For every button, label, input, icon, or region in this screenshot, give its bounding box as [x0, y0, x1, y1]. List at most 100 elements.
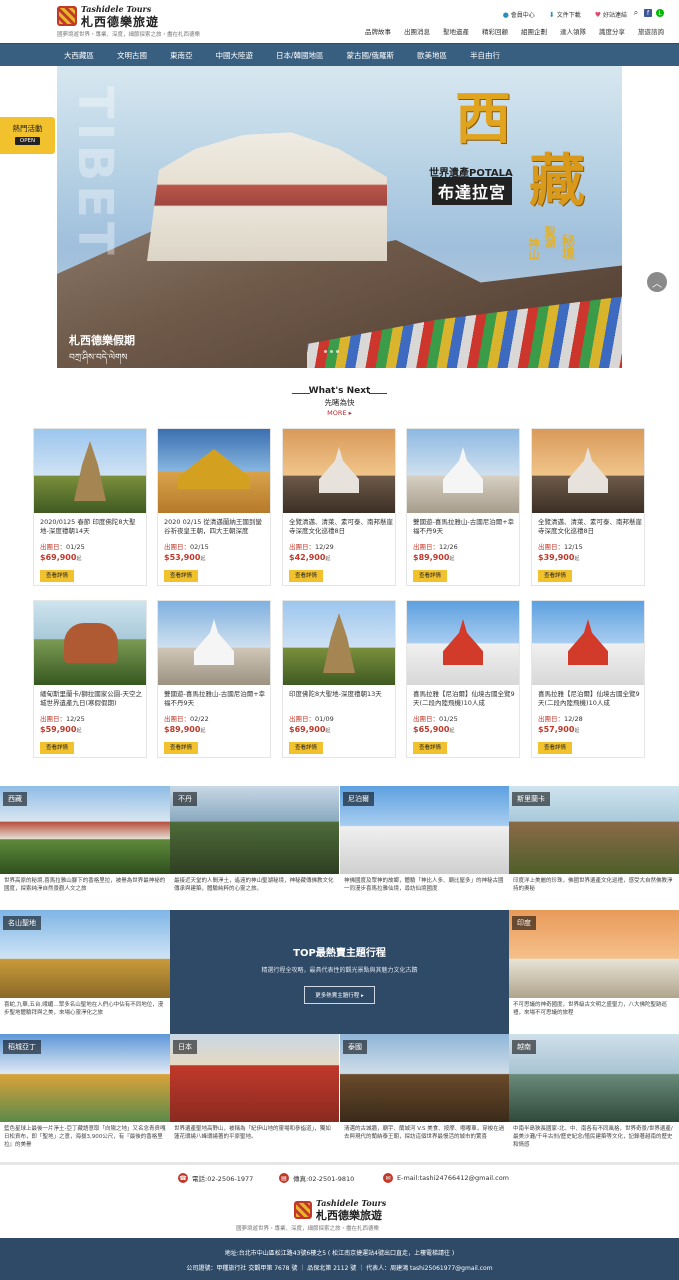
top-nav-item[interactable]: 達人領隊	[560, 26, 586, 36]
more-themes-button[interactable]: 更多熱賣主題行程 ▸	[304, 986, 375, 1004]
tour-card[interactable]: 印度佛陀8大聖地-深度禮朝13天 出團日：01/09 $69,900起 查看詳情	[282, 600, 396, 758]
main-nav-item[interactable]: 歐美地區	[417, 50, 447, 61]
region-tile[interactable]: 日本 世界遺產聖地高野山，被稱為「紀伊山地的靈場和參詣道」，獨如蓮花環繞八峰環繞…	[170, 1034, 339, 1158]
region-label[interactable]: 尼泊爾	[343, 792, 374, 806]
tour-card[interactable]: 全覽清邁、清萊、素可泰、南邦懸崖寺深度文化巡禮8日 出團日：12/29 $42,…	[282, 428, 396, 586]
search-icon[interactable]: ⌕	[632, 8, 640, 17]
tour-card-image[interactable]	[34, 601, 146, 685]
main-nav-item[interactable]: 大西藏區	[64, 50, 94, 61]
tour-title[interactable]: 全覽清邁、清萊、素可泰、南邦懸崖寺深度文化巡禮8日	[289, 518, 393, 538]
view-details-button[interactable]: 查看詳情	[289, 742, 323, 754]
facebook-icon[interactable]: f	[644, 9, 652, 17]
region-tile[interactable]: 尼泊爾 神佛國度及眾神的故鄉，體驗「神比人多、廟比屋多」的神秘古國一同漫步喜馬拉…	[340, 786, 509, 910]
download-link[interactable]: ⬇ 文件下載	[548, 10, 581, 20]
tour-title[interactable]: 喜馬拉雅【尼泊爾】仙境古國全覽9天(二段內陸飛機)10人成	[538, 690, 642, 710]
hero-banner[interactable]: TIBET 西 藏 世界遺產POTALA 布達拉宮 聖湖 秘境 神山 札西德樂假…	[57, 66, 622, 368]
tour-title[interactable]: 2020 02/15 從清邁蘭納王國到蠻谷祈夜皇王朝，四大王朝深度	[164, 518, 268, 538]
site-logo[interactable]: Tashidele Tours 札西德樂旅遊 國夢境遊世界・專業、深度，細節探索…	[57, 4, 247, 39]
region-label[interactable]: 泰國	[343, 1040, 367, 1054]
tour-title[interactable]: 雙國遊-喜馬拉雅山-古國尼泊爾+幸福不丹9天	[164, 690, 268, 710]
region-tile[interactable]: 斯里蘭卡 印度洋上美麗的珍珠，佛國世界遺產文化巡禮，感受大自然佛教淨持的奧秘	[509, 786, 679, 910]
tour-card[interactable]: 雙國遊-喜馬拉雅山-古國尼泊爾+幸福不丹9天 出團日：12/26 $89,900…	[406, 428, 520, 586]
links-link[interactable]: ♥ 好站連結	[595, 10, 627, 20]
tour-card[interactable]: 2020 02/15 從清邁蘭納王國到蠻谷祈夜皇王朝，四大王朝深度 出團日：02…	[157, 428, 271, 586]
region-label[interactable]: 不丹	[173, 792, 197, 806]
region-label[interactable]: 稻城亞丁	[3, 1040, 41, 1054]
hero-pagination[interactable]	[324, 350, 339, 353]
tour-title[interactable]: 緬甸斯里蘭卡/獅拉國家公園-天空之城世界遺產九日(寒假假期)	[40, 690, 144, 710]
top-nav-item[interactable]: 出團消息	[404, 26, 430, 36]
departure-date: 12/28	[564, 715, 583, 723]
main-nav-item[interactable]: 中國大陸遊	[216, 50, 254, 61]
top-nav-item[interactable]: 組團企劃	[521, 26, 547, 36]
line-icon[interactable]: L	[656, 9, 664, 17]
view-details-button[interactable]: 查看詳情	[289, 570, 323, 582]
tour-card-image[interactable]	[407, 601, 519, 685]
tour-title[interactable]: 全覽清邁、清萊、素可泰、南邦懸崖寺深度文化巡禮8日	[538, 518, 642, 538]
region-label[interactable]: 名山聖地	[3, 916, 41, 930]
tour-card[interactable]: 喜馬拉雅【尼泊爾】仙境古國全覽9天(二段內陸飛機)10人成 出團日：01/25 …	[406, 600, 520, 758]
top-nav-item[interactable]: 識度分享	[599, 26, 625, 36]
tour-price: $57,900起	[538, 725, 579, 734]
tour-card[interactable]: 全覽清邁、清萊、素可泰、南邦懸崖寺深度文化巡禮8日 出團日：12/15 $39,…	[531, 428, 645, 586]
tour-card-image[interactable]	[532, 601, 644, 685]
view-details-button[interactable]: 查看詳情	[538, 570, 572, 582]
view-details-button[interactable]: 查看詳情	[40, 742, 74, 754]
region-label[interactable]: 西藏	[3, 792, 27, 806]
tour-card[interactable]: 喜馬拉雅【尼泊爾】仙境古國全覽9天(二段內陸飛機)10人成 出團日：12/28 …	[531, 600, 645, 758]
tour-title[interactable]: 雙國遊-喜馬拉雅山-古國尼泊爾+幸福不丹9天	[413, 518, 517, 538]
tour-card[interactable]: 雙國遊-喜馬拉雅山-古國尼泊爾+幸福不丹9天 出團日：02/22 $89,900…	[157, 600, 271, 758]
view-details-button[interactable]: 查看詳情	[164, 742, 198, 754]
tour-card-image[interactable]	[283, 429, 395, 513]
region-tile[interactable]: 西藏 世界高原的秘境,喜馬拉雅山腳下的香格里拉，被譽為世界最神祕的國度，探索純淨…	[0, 786, 170, 910]
top-nav-item[interactable]: 精彩回顧	[482, 26, 508, 36]
region-tile[interactable]: 稻城亞丁 藍色星球上最後一片淨土-亞丁藏語意取「向陽之地」又名念青貢嘎日松貢布，…	[0, 1034, 170, 1158]
top-nav-item[interactable]: 聖地遺產	[443, 26, 469, 36]
main-nav-item[interactable]: 文明古國	[117, 50, 147, 61]
main-nav-item[interactable]: 東南亞	[170, 50, 193, 61]
region-tile[interactable]: 印度 不可思議的神奇國度，世界級古文明之盛聖力，八大佛陀聖跡巡禮，來場不可思議的…	[509, 910, 679, 1034]
tour-title[interactable]: 2020/0125 春節 印度佛陀8大聖地-深度禮朝14天	[40, 518, 144, 538]
email-contact[interactable]: ✉ E-mail:tashi24766412@gmail.com	[383, 1173, 509, 1183]
tour-card-image[interactable]	[283, 601, 395, 685]
tour-title[interactable]: 印度佛陀8大聖地-深度禮朝13天	[289, 690, 393, 710]
footer-logo[interactable]: Tashidele Tours 札西德樂旅遊 國夢境遊世界・專業、深度，細節探索…	[236, 1198, 414, 1234]
hot-activity-tab[interactable]: 熱門活動 OPEN	[0, 117, 55, 154]
top-nav-item[interactable]: 旅遊諮詢	[638, 26, 664, 36]
region-tile[interactable]: 不丹 最接近天堂的人間淨土，遙遠的神山聖湖秘境，神秘藏傳佛教文化傳承與建築，體驗…	[170, 786, 339, 910]
region-tile[interactable]: 越南 中南半島狹長國家-北、中、南各有不同風格，世界奇景/世界遺產/最美沙灘/千…	[509, 1034, 679, 1158]
hot-activity-open-button[interactable]: OPEN	[14, 137, 41, 145]
region-description: 世界遺產聖地高野山，被稱為「紀伊山地的靈場和參詣道」，獨如蓮花環繞八峰環繞著的平…	[174, 1126, 331, 1140]
region-tile[interactable]: 名山聖地 喜蛇,九華,五台,峨嵋…眾多名山聖地在入們心中佔有不同地位，漫步聖地體…	[0, 910, 170, 1034]
scroll-top-icon[interactable]: ︿	[647, 272, 667, 292]
download-icon: ⬇	[548, 10, 555, 19]
tour-card-image[interactable]	[158, 601, 270, 685]
view-details-button[interactable]: 查看詳情	[40, 570, 74, 582]
view-details-button[interactable]: 查看詳情	[164, 570, 198, 582]
price-suffix: 起	[200, 728, 206, 734]
tour-title[interactable]: 喜馬拉雅【尼泊爾】仙境古國全覽9天(二段內陸飛機)10人成	[413, 690, 517, 710]
view-details-button[interactable]: 查看詳情	[413, 742, 447, 754]
tour-card[interactable]: 緬甸斯里蘭卡/獅拉國家公園-天空之城世界遺產九日(寒假假期) 出團日：12/25…	[33, 600, 147, 758]
region-label[interactable]: 印度	[512, 916, 536, 930]
main-nav-item[interactable]: 日本/韓國地區	[276, 50, 324, 61]
main-nav-item[interactable]: 半自由行	[470, 50, 500, 61]
member-link[interactable]: ● 會員中心	[503, 10, 535, 20]
region-description: 世界高原的秘境,喜馬拉雅山腳下的香格里拉，被譽為世界最神祕的國度，探索純淨自然景…	[4, 878, 166, 892]
view-details-button[interactable]: 查看詳情	[413, 570, 447, 582]
top-nav-item[interactable]: 品牌故事	[365, 26, 391, 36]
region-tile[interactable]: 泰國 清邁的古城牆，廟宇、蘭城河 V.S 美食、按摩、嘟嘟車，穿梭在過去與現代的…	[340, 1034, 509, 1158]
price-value: $89,900	[413, 553, 450, 562]
region-label[interactable]: 日本	[173, 1040, 197, 1054]
tour-card-image[interactable]	[532, 429, 644, 513]
whats-next-more-link[interactable]: MORE ▸	[0, 409, 679, 417]
region-label[interactable]: 越南	[512, 1040, 536, 1054]
tour-card-image[interactable]	[34, 429, 146, 513]
phone-contact[interactable]: ☎ 電話:02-2506-1977	[178, 1173, 253, 1183]
tour-card-image[interactable]	[158, 429, 270, 513]
view-details-button[interactable]: 查看詳情	[538, 742, 572, 754]
tour-card-image[interactable]	[407, 429, 519, 513]
main-nav-item[interactable]: 蒙古國/俄羅斯	[347, 50, 395, 61]
region-label[interactable]: 斯里蘭卡	[512, 792, 550, 806]
tour-card[interactable]: 2020/0125 春節 印度佛陀8大聖地-深度禮朝14天 出團日：01/25 …	[33, 428, 147, 586]
